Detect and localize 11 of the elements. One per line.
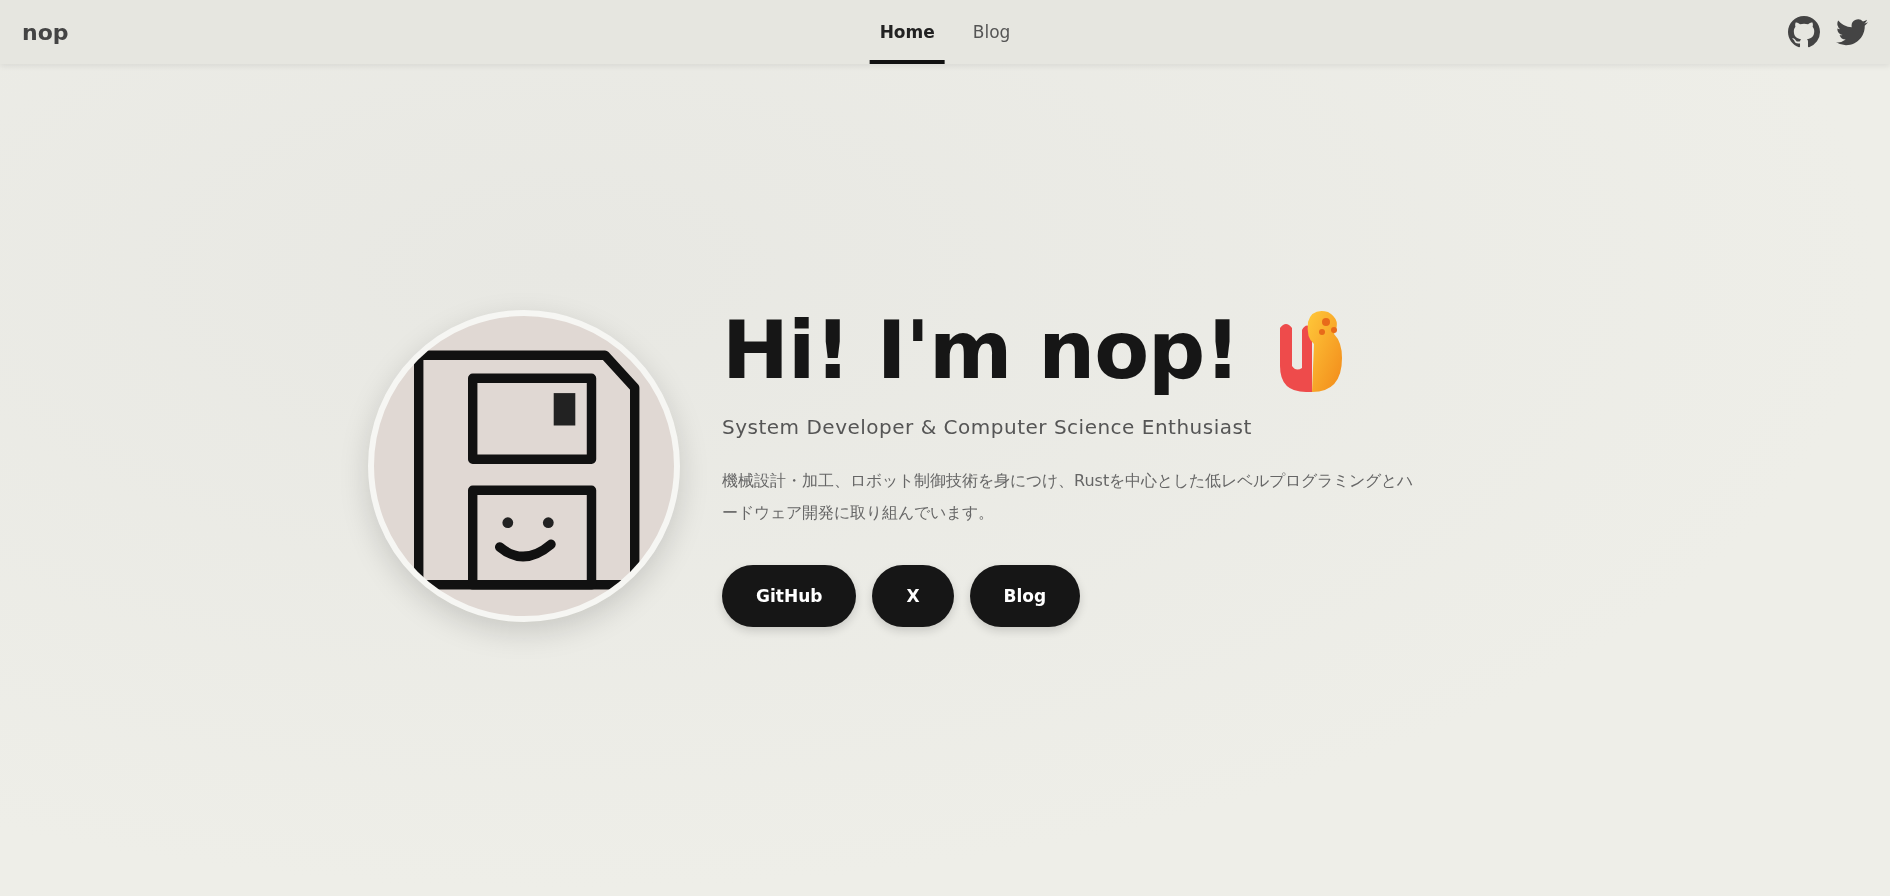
link-button[interactable]: Blog bbox=[969, 565, 1081, 627]
nav-tab[interactable]: Home bbox=[869, 0, 945, 64]
link-button[interactable]: X bbox=[872, 565, 954, 627]
hero-heading: Hi! I'm nop! bbox=[722, 304, 1240, 397]
github-icon[interactable] bbox=[1788, 16, 1820, 48]
link-button[interactable]: GitHub bbox=[722, 565, 857, 627]
hero-description: 機械設計・加工、ロボット制御技術を身につけ、Rustを中心とした低レベルプログラミングとハードウェア開発に取り組んでいます。 bbox=[722, 470, 1415, 524]
site-title[interactable]: nop bbox=[22, 19, 69, 45]
hero-subtitle: System Developer & Computer Science Enthusiast bbox=[722, 415, 1253, 439]
bird-icon[interactable] bbox=[1836, 18, 1868, 46]
nav-tab[interactable]: Blog bbox=[962, 0, 1021, 64]
